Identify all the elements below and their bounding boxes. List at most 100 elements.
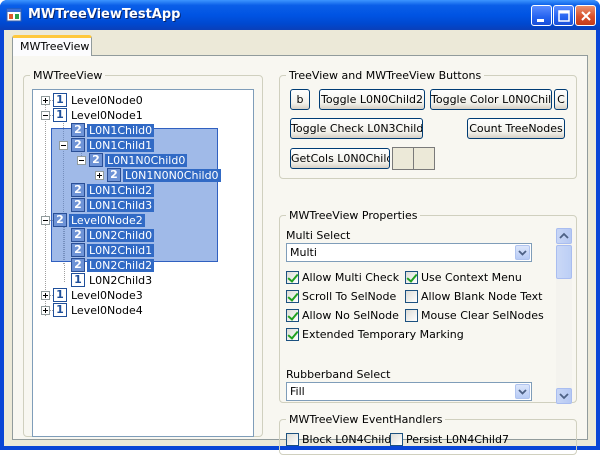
node-icon: 1 [53, 288, 67, 302]
buttons-group: TreeView and MWTreeView Buttons b Toggle… [279, 69, 577, 179]
checkbox-checked-icon[interactable] [286, 328, 299, 341]
node-label: L0N2Child2 [87, 259, 155, 272]
node-icon: 2 [71, 243, 85, 257]
getcols-button[interactable]: GetCols L0N0Child2 [290, 148, 390, 169]
rubberband-select-value: Fill [290, 385, 305, 398]
node-icon: 1 [53, 93, 67, 107]
scroll-down-button[interactable] [556, 388, 572, 404]
expand-icon[interactable] [41, 291, 50, 300]
tree-node[interactable]: 2 Level0Node2 [33, 213, 233, 228]
node-label: L0N2Child1 [87, 244, 155, 257]
node-icon: 2 [53, 213, 67, 227]
multi-select-value: Multi [290, 246, 317, 259]
checkbox-checked-icon[interactable] [286, 271, 299, 284]
extended-temp-marking-label: Extended Temporary Marking [302, 328, 464, 341]
node-label: Level0Node4 [71, 304, 143, 317]
chevron-down-icon [559, 393, 569, 400]
color-swatch-2[interactable] [413, 147, 435, 170]
properties-group: MWTreeView Properties Multi Select Multi… [279, 209, 577, 404]
client-area: MWTreeView MWTreeView 1 Level0Node0 1 Le… [4, 30, 596, 455]
tree-node[interactable]: 1 Level0Node4 [33, 303, 233, 318]
collapse-icon[interactable] [77, 156, 86, 165]
expand-icon[interactable] [95, 171, 104, 180]
tab-mwtreeview[interactable]: MWTreeView [12, 35, 92, 56]
tree-node[interactable]: 2 L0N1Child3 [33, 198, 233, 213]
maximize-button[interactable] [553, 5, 574, 26]
close-button[interactable] [575, 5, 596, 26]
tree-node[interactable]: 1 Level0Node1 [33, 108, 233, 123]
tree-node[interactable]: 2 L0N1N0Child0 [33, 153, 243, 168]
tree-node[interactable]: 2 L0N2Child0 [33, 228, 233, 243]
checkbox-checked-icon[interactable] [286, 309, 299, 322]
chevron-up-icon [559, 232, 569, 239]
node-icon: 2 [71, 228, 85, 242]
expand-icon[interactable] [41, 306, 50, 315]
node-label: Level0Node1 [71, 109, 143, 122]
toggle-check-button[interactable]: Toggle Check L0N3Child2 [290, 118, 423, 139]
tree-node[interactable]: 1 Level0Node0 [33, 93, 233, 108]
window-title: MWTreeViewTestApp [28, 7, 181, 22]
buttons-group-title: TreeView and MWTreeView Buttons [286, 69, 485, 82]
node-label: L0N1Child1 [87, 139, 155, 152]
node-icon: 2 [71, 258, 85, 272]
node-icon: 2 [89, 153, 103, 167]
node-icon: 2 [107, 168, 121, 182]
tree-node[interactable]: 1 Level0Node3 [33, 288, 233, 303]
node-label: Level0Node0 [71, 94, 143, 107]
title-bar[interactable]: MWTreeViewTestApp [0, 0, 600, 30]
app-icon [6, 8, 22, 22]
tree-node[interactable]: 2 L0N2Child2 [33, 258, 233, 273]
checkbox-unchecked-icon[interactable] [390, 433, 403, 446]
tree-view[interactable]: 1 Level0Node0 1 Level0Node1 2 L0N1Child0 [32, 89, 254, 437]
scroll-thumb[interactable] [556, 245, 572, 279]
properties-scrollbar[interactable] [556, 228, 572, 404]
checkbox-unchecked-icon[interactable] [405, 290, 418, 303]
minimize-button[interactable] [531, 5, 552, 26]
node-label: L0N1N0N0Child0 [123, 169, 221, 182]
collapse-icon[interactable] [59, 141, 68, 150]
tree-node[interactable]: 2 L0N2Child1 [33, 243, 233, 258]
node-icon: 2 [71, 138, 85, 152]
collapse-icon[interactable] [41, 111, 50, 120]
scroll-to-selnode-label: Scroll To SelNode [302, 290, 397, 303]
multi-select-label: Multi Select [286, 229, 351, 242]
checkbox-checked-icon[interactable] [286, 290, 299, 303]
c-button[interactable]: C [554, 89, 568, 110]
allow-no-selnode-label: Allow No SelNode [302, 309, 399, 322]
collapse-icon[interactable] [41, 216, 50, 225]
rubberband-select-label: Rubberband Select [286, 368, 391, 381]
tree-node[interactable]: 2 L0N1Child2 [33, 183, 233, 198]
expand-icon[interactable] [41, 96, 50, 105]
node-icon: 2 [71, 183, 85, 197]
tree-node[interactable]: 2 L0N1N0N0Child0 [33, 168, 253, 183]
color-swatch-1[interactable] [392, 147, 414, 170]
multi-select-combo[interactable]: Multi [286, 243, 532, 262]
toggle-color-button[interactable]: Toggle Color L0N0Child2 [430, 89, 552, 110]
node-label: L0N2Child3 [89, 274, 153, 287]
node-label: L0N1Child3 [87, 199, 155, 212]
tree-node[interactable]: 2 L0N1Child0 [33, 123, 233, 138]
event-handlers-group-title: MWTreeView EventHandlers [286, 413, 446, 426]
node-icon: 1 [53, 108, 67, 122]
chevron-down-icon[interactable] [515, 245, 530, 260]
chevron-down-icon[interactable] [515, 384, 530, 399]
maximize-icon [558, 10, 570, 22]
allow-blank-node-text-label: Allow Blank Node Text [421, 290, 543, 303]
node-icon: 2 [71, 198, 85, 212]
node-label: L0N2Child0 [87, 229, 155, 242]
toggle-l0n0child2-button[interactable]: Toggle L0N0Child2 [319, 89, 425, 110]
checkbox-checked-icon[interactable] [405, 271, 418, 284]
tab-label: MWTreeView [20, 40, 90, 53]
rubberband-select-combo[interactable]: Fill [286, 382, 532, 401]
b-button[interactable]: b [290, 89, 310, 110]
count-treenodes-button[interactable]: Count TreeNodes [467, 118, 565, 139]
checkbox-unchecked-icon[interactable] [286, 433, 299, 446]
node-label: Level0Node2 [69, 214, 145, 227]
app-window: MWTreeViewTestApp MWTreeView MWTreeView [0, 0, 600, 455]
scroll-up-button[interactable] [556, 228, 572, 244]
tree-node[interactable]: 2 L0N1Child1 [33, 138, 233, 153]
node-icon: 1 [53, 303, 67, 317]
checkbox-unchecked-icon[interactable] [405, 309, 418, 322]
node-label: L0N1Child0 [87, 124, 155, 137]
tree-node[interactable]: 1 L0N2Child3 [33, 273, 233, 288]
